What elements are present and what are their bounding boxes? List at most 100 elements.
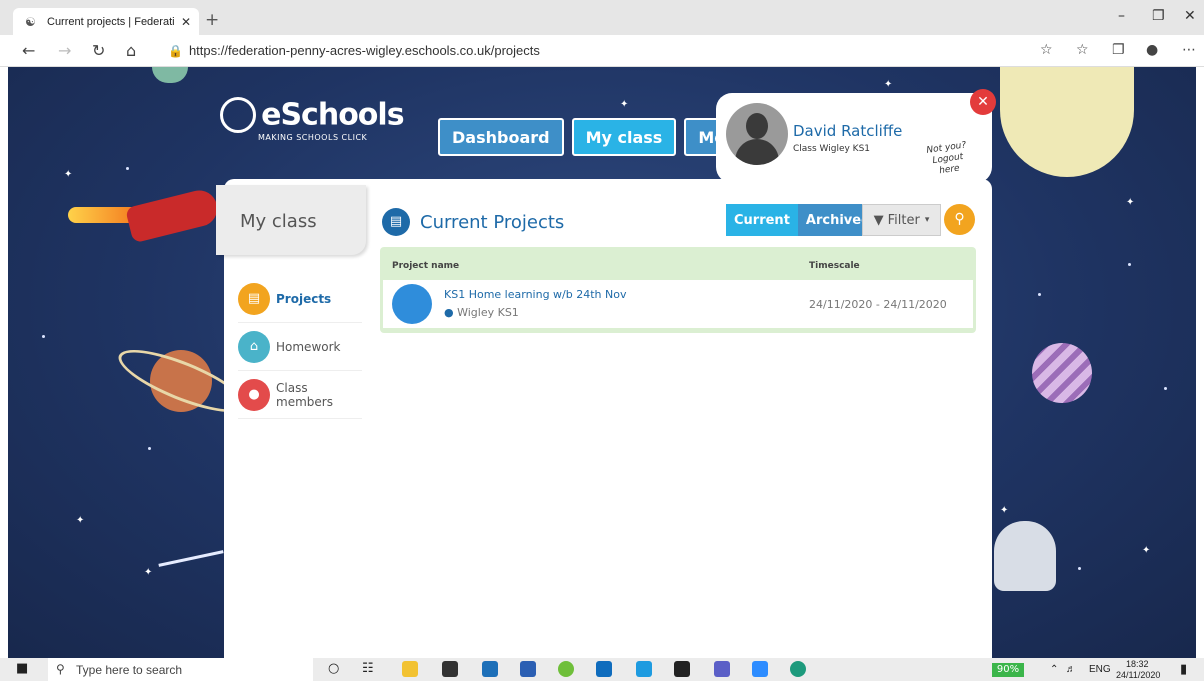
store-icon[interactable] [442, 661, 458, 677]
people-icon: ● [238, 378, 270, 411]
more-icon[interactable]: ⋯ [1182, 42, 1196, 58]
favorite-star-icon[interactable]: ☆ [1040, 42, 1053, 58]
clock-time[interactable]: 18:32 [1126, 659, 1149, 669]
star-icon: ✦ [884, 79, 893, 90]
browser-app-icon[interactable] [558, 661, 574, 677]
planet-small-illustration [152, 67, 188, 83]
lock-icon: 🔒 [168, 44, 183, 58]
url-field[interactable]: 🔒 https://federation-penny-acres-wigley.e… [168, 43, 540, 58]
taskbar-search-input[interactable]: ⚲ Type here to search [48, 658, 313, 681]
rocket-illustration [68, 185, 222, 245]
user-class: Class Wigley KS1 [793, 144, 871, 154]
refresh-icon[interactable]: ↻ [92, 41, 105, 60]
current-archived-toggle: Current Archived [726, 204, 879, 236]
project-thumbnail [392, 284, 432, 324]
eschools-favicon-icon: ☯ [25, 14, 36, 29]
close-icon[interactable]: ✕ [970, 89, 996, 115]
sidebar-title: My class [216, 185, 366, 255]
photos-icon[interactable] [674, 661, 690, 677]
top-navigation: Dashboard My class Me [438, 118, 740, 156]
nav-dashboard-button[interactable]: Dashboard [438, 118, 564, 156]
profile-icon[interactable]: ● [1146, 42, 1158, 58]
current-button[interactable]: Current [726, 204, 798, 236]
user-profile-card: David Ratcliffe Class Wigley KS1 Not you… [716, 89, 996, 183]
outlook-icon[interactable] [596, 661, 612, 677]
mail-icon[interactable] [482, 661, 498, 677]
nav-my-class-button[interactable]: My class [571, 118, 677, 156]
project-class-label: Wigley KS1 [457, 306, 519, 319]
house-icon: ⌂ [238, 330, 270, 363]
home-icon[interactable]: ⌂ [126, 41, 136, 60]
column-header-timescale: Timescale [809, 261, 860, 271]
project-name-link[interactable]: KS1 Home learning w/b 24th Nov [444, 288, 626, 301]
word-icon[interactable] [520, 661, 536, 677]
browser-tab[interactable]: ☯ Current projects | Federation of Penny… [13, 8, 199, 35]
volume-icon[interactable]: ♬ [1066, 664, 1076, 675]
star-dot [1078, 567, 1081, 570]
maximize-icon[interactable]: ❐ [1152, 8, 1165, 24]
cortana-icon[interactable]: ○ [328, 661, 339, 676]
search-button[interactable]: ⚲ [944, 204, 975, 235]
sidebar-item-label: Projects [276, 291, 332, 306]
window-close-icon[interactable]: ✕ [1184, 8, 1196, 24]
people-icon: ● [444, 306, 454, 319]
star-dot [148, 447, 151, 450]
back-icon[interactable]: ← [22, 41, 35, 60]
zoom-icon[interactable] [752, 661, 768, 677]
page-title: Current Projects [420, 211, 565, 233]
projects-table: Project name Timescale KS1 Home learning… [380, 247, 976, 333]
file-explorer-icon[interactable] [402, 661, 418, 677]
teams-icon[interactable] [714, 661, 730, 677]
book-icon: ▤ [238, 282, 270, 315]
projects-header: ▤ Current Projects [382, 208, 564, 236]
star-dot [1128, 263, 1131, 266]
tray-chevron-icon[interactable]: ⌃ [1050, 664, 1058, 675]
star-icon: ✦ [1126, 197, 1135, 208]
star-icon: ✦ [1142, 545, 1151, 556]
column-header-project-name: Project name [392, 261, 460, 271]
logout-link[interactable]: Not you? Logout here [919, 139, 977, 179]
space-background: ✦ ✦ ✦ ✦ ✦ ✦ ✦ ✦ eSchools MAKING SCHOOLS … [8, 67, 1196, 658]
notifications-icon[interactable]: ▮ [1180, 661, 1187, 677]
star-icon: ✦ [620, 99, 629, 110]
eschools-logo[interactable]: eSchools MAKING SCHOOLS CLICK [220, 97, 405, 142]
search-icon: ⚲ [56, 662, 65, 676]
table-header: Project name Timescale [383, 250, 973, 280]
ufo-illustration [994, 521, 1056, 591]
sidebar-item-projects[interactable]: ▤ Projects [238, 275, 362, 323]
star-dot [1164, 387, 1167, 390]
search-icon: ⚲ [954, 211, 965, 227]
sidebar-item-label: Class members [276, 380, 333, 409]
windows-start-icon[interactable]: ■ [16, 661, 28, 676]
task-view-icon[interactable]: ☷ [362, 661, 374, 676]
sidebar-item-class-members[interactable]: ● Class members [238, 371, 362, 419]
taskbar-search-placeholder: Type here to search [76, 663, 183, 677]
chevron-down-icon: ▾ [924, 215, 930, 225]
clock-date[interactable]: 24/11/2020 [1116, 670, 1160, 680]
filter-button[interactable]: ▼ Filter ▾ [862, 204, 941, 236]
star-dot [1038, 293, 1041, 296]
user-name[interactable]: David Ratcliffe [793, 122, 902, 140]
eschools-logo-icon [220, 97, 256, 133]
star-dot [126, 167, 129, 170]
sidebar-item-label: Homework [276, 339, 341, 354]
avatar[interactable] [726, 103, 788, 165]
browser-tab-bar: ☯ Current projects | Federation of Penny… [0, 0, 1204, 35]
battery-indicator[interactable]: 90% [992, 663, 1024, 677]
sidebar-item-homework[interactable]: ⌂ Homework [238, 323, 362, 371]
favorites-list-icon[interactable]: ☆ [1076, 42, 1089, 58]
skype-icon[interactable] [636, 661, 652, 677]
forward-icon[interactable]: → [58, 41, 71, 60]
new-tab-icon[interactable]: + [205, 10, 219, 30]
filter-icon: ▼ [873, 212, 884, 228]
address-bar: ← → ↻ ⌂ 🔒 https://federation-penny-acres-… [0, 35, 1204, 67]
project-class: ● Wigley KS1 [444, 306, 519, 319]
minimize-icon[interactable]: – [1118, 8, 1125, 24]
star-dot [42, 335, 45, 338]
star-icon: ✦ [1000, 505, 1009, 516]
table-row[interactable]: KS1 Home learning w/b 24th Nov ● Wigley … [383, 280, 973, 328]
collections-icon[interactable]: ❐ [1112, 42, 1125, 58]
language-indicator[interactable]: ENG [1089, 664, 1111, 675]
edge-icon[interactable] [790, 661, 806, 677]
tab-close-icon[interactable]: ✕ [181, 15, 191, 29]
